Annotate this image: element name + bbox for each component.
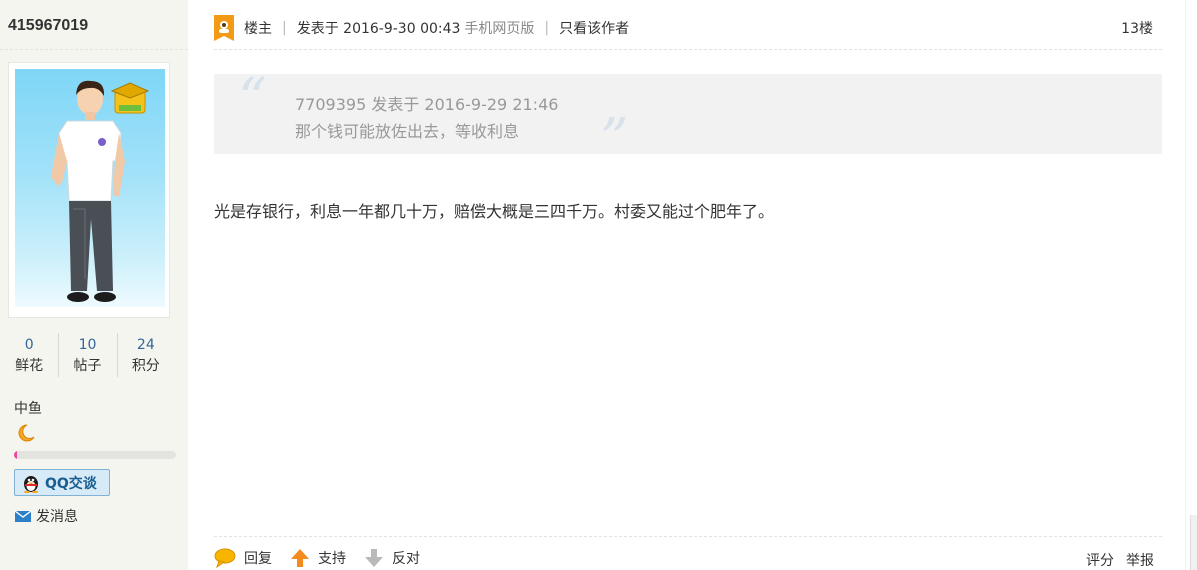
- moon-icon: [14, 423, 36, 447]
- stat-value: 24: [136, 337, 155, 353]
- footer-divider: [214, 536, 1162, 537]
- thread-owner-icon: [214, 15, 234, 41]
- quote-meta: 7709395 发表于 2016-9-29 21:46: [295, 95, 559, 114]
- arrow-down-icon: [364, 548, 384, 568]
- content-edge: [1185, 0, 1186, 570]
- separator: |: [282, 20, 287, 36]
- sidebar-divider: [0, 49, 188, 50]
- oppose-button[interactable]: 反对: [364, 548, 420, 568]
- stat-posts[interactable]: 10 帖子: [58, 333, 116, 377]
- reply-bubble-icon: [214, 548, 236, 568]
- footer-right-links: 评分 举报: [1086, 550, 1154, 570]
- send-message-link[interactable]: 发消息: [14, 506, 78, 526]
- owner-label: 楼主: [244, 21, 272, 37]
- only-author-link[interactable]: 只看该作者: [559, 18, 629, 38]
- stat-points[interactable]: 24 积分: [116, 333, 175, 377]
- post-body: 光是存银行，利息一年都几十万，赔偿大概是三四千万。村委又能过个肥年了。: [214, 202, 775, 221]
- separator: |: [544, 20, 550, 36]
- close-quote-icon: ”: [600, 107, 629, 172]
- mobile-version-link[interactable]: 手机网页版: [464, 18, 534, 38]
- qq-chat-label: QQ交谈: [45, 475, 97, 492]
- stat-flowers[interactable]: 0 鲜花: [0, 333, 58, 377]
- quote-text: 那个钱可能放佐出去，等收利息: [295, 122, 520, 141]
- reply-label: 回复: [244, 551, 272, 567]
- envelope-icon: [14, 509, 32, 523]
- stat-label: 积分: [131, 358, 160, 374]
- post-actions: 回复 支持 反对 评分 举报: [214, 546, 1162, 570]
- oppose-label: 反对: [392, 551, 420, 567]
- user-sidebar: 415967019 0 鲜花 10 帖子 24 积分 中鱼 QQ交谈 发消息: [0, 0, 188, 570]
- report-link[interactable]: 举报: [1126, 550, 1154, 570]
- post-date: 发表于 2016-9-30 00:43: [296, 21, 461, 37]
- post-header: 楼主 | 发表于 2016-9-30 00:43 手机网页版 | 只看该作者 1…: [214, 14, 1153, 42]
- header-divider: [214, 49, 1162, 50]
- user-stats: 0 鲜花 10 帖子 24 积分: [0, 333, 175, 377]
- stat-label: 鲜花: [15, 358, 44, 374]
- quote-block: “ 7709395 发表于 2016-9-29 21:46 那个钱可能放佐出去，…: [214, 70, 1162, 170]
- reply-button[interactable]: 回复: [214, 548, 272, 568]
- open-quote-icon: “: [238, 67, 267, 132]
- rate-link[interactable]: 评分: [1086, 550, 1114, 570]
- qq-penguin-icon: [21, 473, 41, 493]
- send-message-label: 发消息: [36, 509, 78, 525]
- stat-label: 帖子: [73, 358, 102, 374]
- floor-number[interactable]: 13楼: [1121, 18, 1153, 38]
- username[interactable]: 415967019: [8, 17, 88, 35]
- scrollbar[interactable]: [1190, 515, 1197, 570]
- support-label: 支持: [318, 551, 346, 567]
- level-progress-bar: [14, 451, 176, 459]
- qq-chat-button[interactable]: QQ交谈: [14, 469, 110, 496]
- avatar-background: [15, 69, 165, 307]
- stat-value: 0: [24, 337, 34, 353]
- arrow-up-icon: [290, 548, 310, 568]
- badge-icon: [110, 82, 150, 114]
- stat-value: 10: [78, 337, 97, 353]
- avatar-figure-icon: [51, 80, 150, 302]
- avatar[interactable]: [8, 62, 170, 318]
- level-progress-fill: [14, 451, 18, 459]
- user-level[interactable]: 中鱼: [14, 398, 42, 418]
- support-button[interactable]: 支持: [290, 548, 346, 568]
